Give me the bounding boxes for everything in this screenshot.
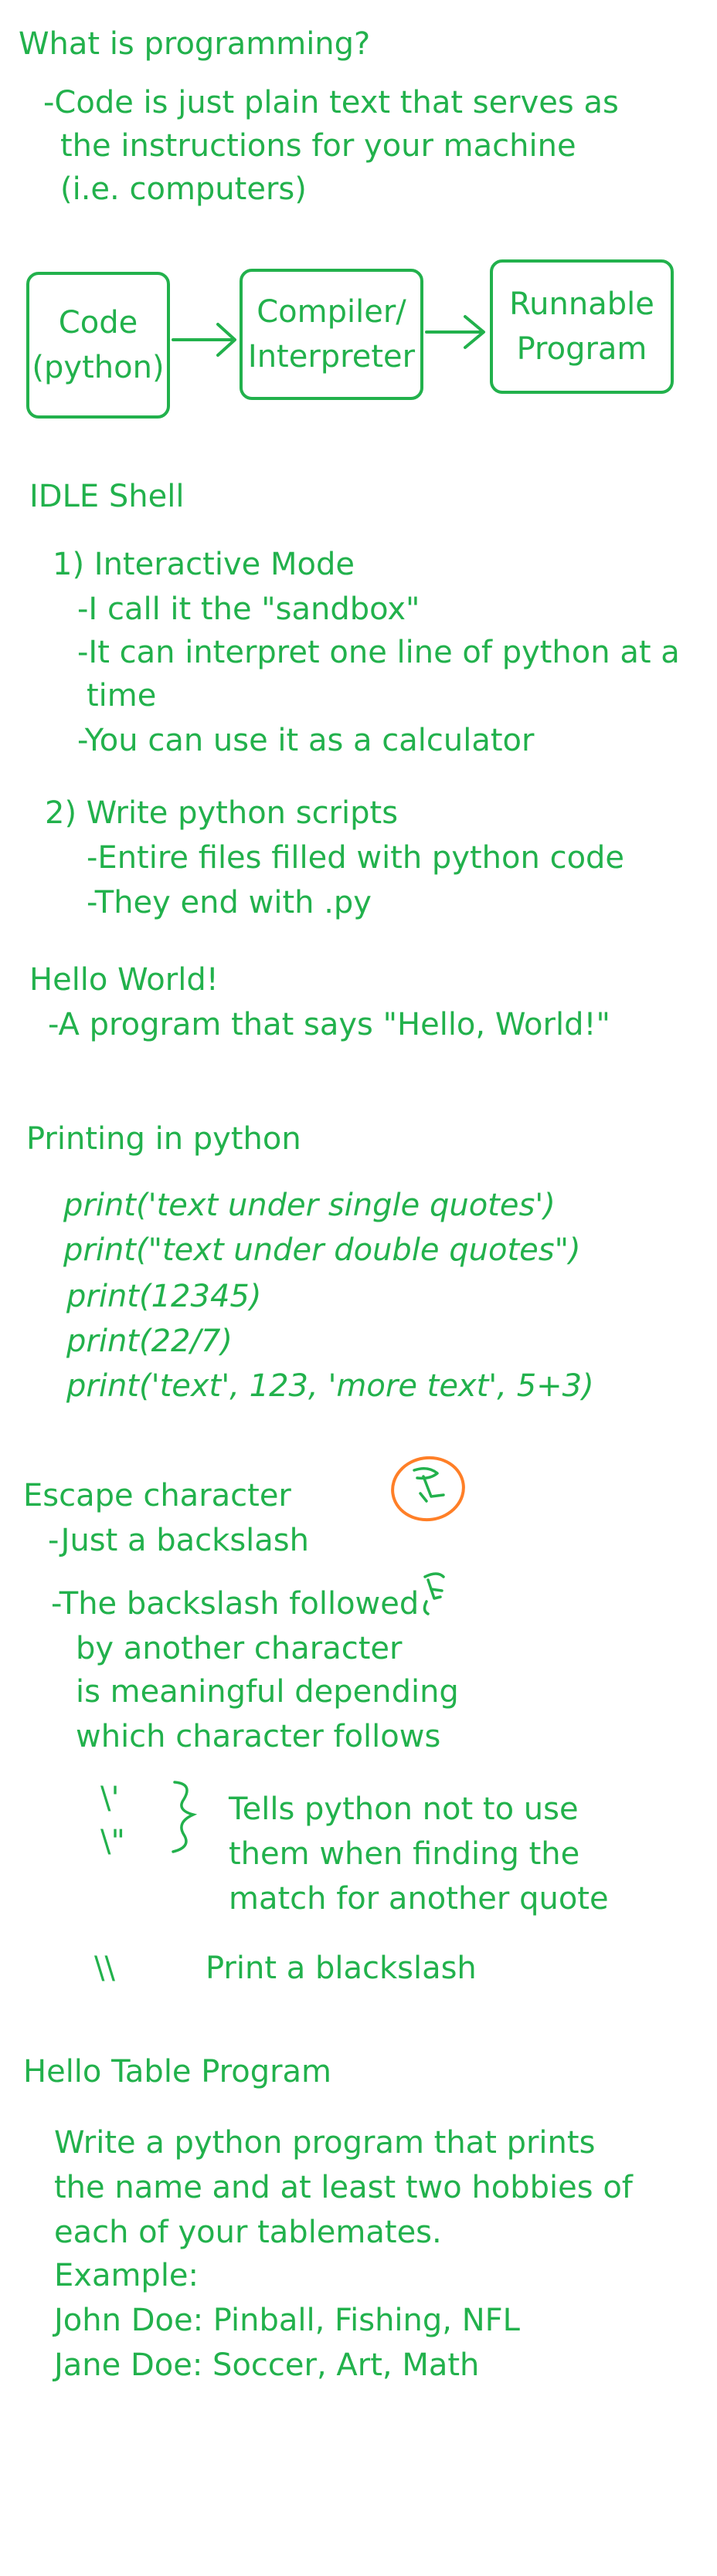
mode-title: 1) Interactive Mode xyxy=(53,547,355,582)
text-line: by another character xyxy=(76,1631,403,1666)
text-line: -I call it the "sandbox" xyxy=(77,591,420,627)
text-line: each of your tablemates. xyxy=(54,2215,442,2250)
text-line: -The backslash followed xyxy=(51,1586,420,1622)
text-line: -It can interpret one line of python at … xyxy=(77,635,680,670)
text-line: Jane Doe: Soccer, Art, Math xyxy=(54,2347,480,2383)
escape-sequence: \\ xyxy=(94,1951,115,1986)
code-line: print('text', 123, 'more text', 5+3) xyxy=(66,1368,594,1404)
code-line: print(22/7) xyxy=(66,1324,233,1359)
arrow-right-icon xyxy=(425,315,485,349)
text-line: Example: xyxy=(54,2258,199,2293)
text-line: -They end with .py xyxy=(87,885,372,920)
mode-title: 2) Write python scripts xyxy=(45,795,399,831)
text-line: -A program that says "Hello, World!" xyxy=(48,1007,610,1042)
text-line: -You can use it as a calculator xyxy=(77,723,535,758)
text-line: is meaningful depending xyxy=(76,1674,459,1710)
backslash-scribble-icon xyxy=(423,1572,445,1615)
heading-printing: Printing in python xyxy=(26,1121,301,1157)
text-line: them when finding the xyxy=(229,1836,580,1872)
text-line: Print a blackslash xyxy=(206,1951,477,1986)
text-line: John Doe: Pinball, Fishing, NFL xyxy=(54,2303,520,2338)
text-line: which character follows xyxy=(76,1719,441,1754)
text-line: Tells python not to use xyxy=(229,1791,579,1827)
code-line: print('text under single quotes') xyxy=(63,1188,556,1223)
text-line: Write a python program that prints xyxy=(54,2125,596,2161)
heading-hello-world: Hello World! xyxy=(29,962,219,998)
heading-escape-character: Escape character xyxy=(23,1478,291,1513)
heading-idle-shell: IDLE Shell xyxy=(29,479,185,514)
text-line: time xyxy=(87,678,157,713)
escape-sequence: \' xyxy=(100,1781,120,1816)
backslash-doodle-icon xyxy=(391,1456,465,1522)
curly-brace-icon xyxy=(172,1781,198,1853)
text-line: -Just a backslash xyxy=(48,1523,309,1558)
text-line: the name and at least two hobbies of xyxy=(54,2170,633,2205)
heading-hello-table: Hello Table Program xyxy=(23,2054,332,2090)
escape-sequence: \" xyxy=(100,1824,125,1859)
code-line: print(12345) xyxy=(66,1279,262,1314)
text-line: -Entire files filled with python code xyxy=(87,840,625,876)
code-line: print("text under double quotes") xyxy=(63,1232,581,1268)
text-line: match for another quote xyxy=(229,1881,609,1917)
